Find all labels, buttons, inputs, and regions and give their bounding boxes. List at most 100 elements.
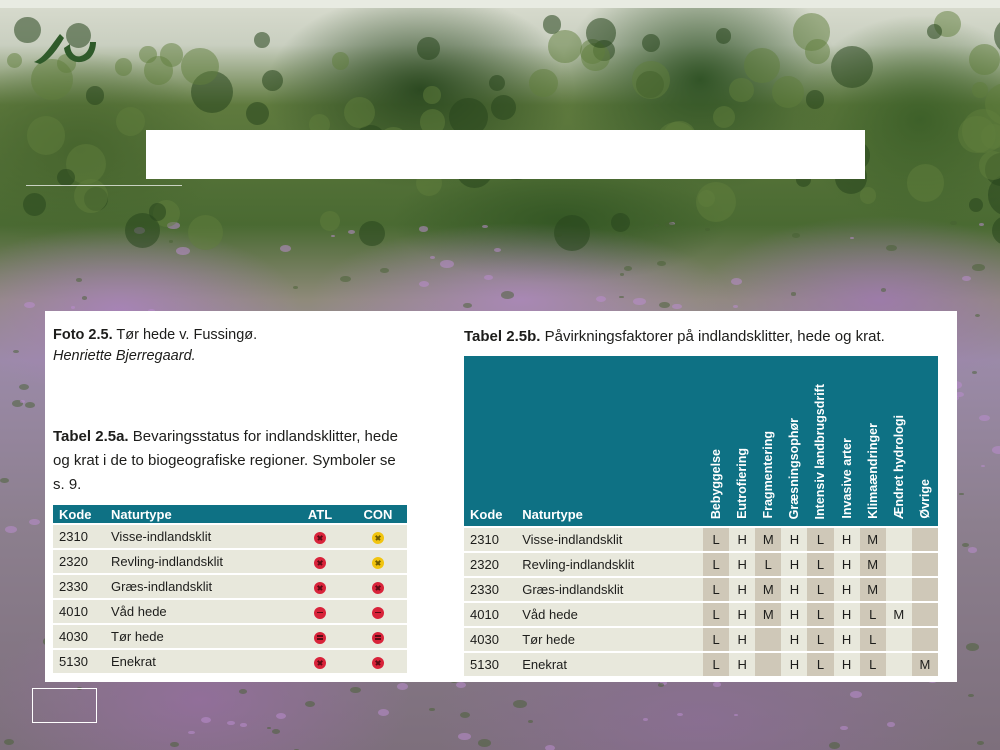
heather-speck <box>500 290 514 299</box>
code-cell: 2310 <box>464 526 517 552</box>
status-cell-con <box>349 573 407 599</box>
sky-strip <box>0 0 1000 8</box>
heather-speck <box>176 246 190 255</box>
factor-label: Klimaændringer <box>865 423 880 519</box>
code-cell: 4010 <box>53 598 105 624</box>
heather-speck <box>595 295 607 303</box>
foliage-speck <box>529 68 558 98</box>
naturtype-cell: Græs-indlandsklit <box>516 576 703 602</box>
factor-value-cell: M <box>859 551 886 577</box>
factor-value-cell <box>885 551 912 577</box>
heather-speck <box>968 693 975 698</box>
heather-speck <box>348 229 355 234</box>
factor-value-cell: M <box>859 526 886 552</box>
factor-value-cell: H <box>833 651 860 676</box>
col-naturtype: Naturtype <box>105 505 291 524</box>
status-cell-atl <box>291 548 349 574</box>
factor-value-cell: H <box>833 576 860 602</box>
naturtype-cell: Våd hede <box>516 601 703 627</box>
heather-speck <box>3 738 14 745</box>
foliage-speck <box>969 198 984 213</box>
heather-speck <box>974 314 980 318</box>
factor-value-cell: L <box>807 526 834 552</box>
heather-speck <box>462 302 472 309</box>
factor-value-cell: H <box>833 526 860 552</box>
heather-speck <box>396 683 408 691</box>
status-cell-atl <box>291 523 349 549</box>
foliage-speck <box>744 47 780 84</box>
foliage-speck <box>771 76 804 109</box>
foliage-speck <box>488 74 505 91</box>
heather-speck <box>350 686 362 694</box>
heather-speck <box>619 295 624 299</box>
heather-speck <box>70 305 76 309</box>
red-equals-icon <box>372 631 384 644</box>
heather-speck <box>330 234 336 238</box>
heather-speck <box>886 244 897 252</box>
factor-value-cell: H <box>781 526 808 552</box>
red-x-icon <box>372 581 384 594</box>
table-b-header-row: Kode Naturtype Bebyggelse Eutrofiering Fra… <box>464 356 938 527</box>
heather-speck <box>654 224 659 227</box>
foliage-speck <box>610 213 631 233</box>
naturtype-cell: Revling-indlandsklit <box>516 551 703 577</box>
foliage-speck <box>830 46 873 89</box>
col-factor-0: Bebyggelse <box>703 356 730 527</box>
foliage-speck <box>124 212 161 249</box>
status-cell-con <box>349 548 407 574</box>
heather-speck <box>961 542 969 548</box>
status-cell-atl <box>291 648 349 673</box>
factor-value-cell <box>911 526 938 552</box>
col-factor-3: Græsningsophør <box>781 356 808 527</box>
foliage-speck <box>991 215 1000 246</box>
foliage-speck <box>972 82 988 98</box>
factor-value-cell <box>911 576 938 602</box>
foliage-speck <box>417 37 440 60</box>
heather-speck <box>271 729 281 735</box>
factor-value-cell: M <box>859 576 886 602</box>
heather-speck <box>632 297 646 306</box>
heather-speck <box>733 713 739 717</box>
heather-speck <box>13 350 19 354</box>
factor-value-cell: L <box>703 526 730 552</box>
foliage-speck <box>713 106 735 128</box>
table-a-title: Tabel 2.5a. Bevaringsstatus for indlands… <box>53 425 403 497</box>
heather-speck <box>704 227 710 231</box>
heather-speck <box>545 744 556 750</box>
status-cell-con <box>349 648 407 673</box>
foliage-speck <box>542 15 562 34</box>
factor-value-cell: M <box>755 601 782 627</box>
code-cell: 4010 <box>464 601 517 627</box>
factor-value-cell: H <box>781 601 808 627</box>
code-cell: 4030 <box>464 626 517 652</box>
heather-speck <box>981 464 986 468</box>
heather-speck <box>24 402 35 409</box>
col-factor-7: Ændret hydrologi <box>885 356 912 527</box>
col-kode: Kode <box>464 356 517 527</box>
heather-speck <box>170 742 179 748</box>
heather-speck <box>377 708 390 716</box>
factor-value-cell <box>885 576 912 602</box>
impact-factors-table: Kode Naturtype Bebyggelse Eutrofiering Fra… <box>464 356 938 676</box>
heather-speck <box>676 712 683 717</box>
table-b-title: Tabel 2.5b. Påvirkningsfaktorer på indla… <box>464 326 944 347</box>
table-a-header-row: Kode Naturtype ATL CON <box>53 505 407 524</box>
heather-speck <box>972 263 985 272</box>
yellow-x-icon <box>372 531 384 544</box>
heather-speck <box>972 371 978 375</box>
factor-value-cell: H <box>781 651 808 676</box>
heather-speck <box>713 682 721 687</box>
heather-speck <box>791 233 801 239</box>
heather-speck <box>477 739 492 747</box>
heather-speck <box>484 275 494 281</box>
heather-speck <box>657 683 664 687</box>
photo-credit: Henriette Bjerregaard. <box>53 348 196 364</box>
red-x-icon <box>372 656 384 669</box>
col-factor-2: Fragmentering <box>755 356 782 527</box>
table-row: 4030 Tør hede L H H L H L <box>464 626 938 652</box>
heather-speck <box>959 492 964 496</box>
heather-speck <box>850 691 863 699</box>
factor-label: Eutrofiering <box>735 448 750 519</box>
heather-speck <box>19 384 30 391</box>
naturtype-cell: Revling-indlandsklit <box>105 548 291 574</box>
